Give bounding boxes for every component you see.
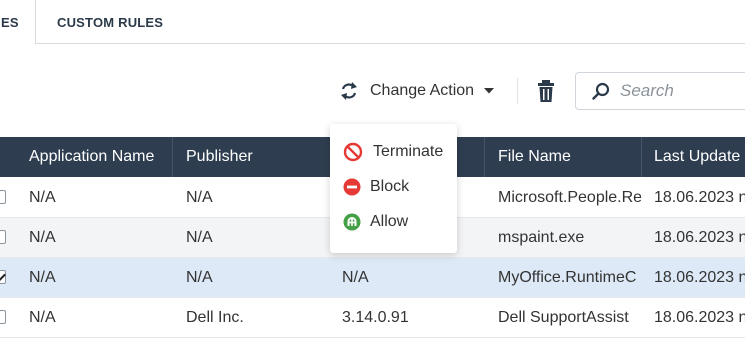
menu-item-block[interactable]: Block [330, 169, 457, 204]
column-header-publisher[interactable]: Publisher [186, 137, 326, 177]
row-checkbox[interactable] [0, 190, 6, 204]
column-header-last-update[interactable]: Last Update [654, 137, 745, 177]
cell-file-name: mspaint.exe [498, 229, 585, 246]
allow-icon [343, 213, 361, 230]
tab-bar: ES CUSTOM RULES [0, 0, 745, 45]
change-action-button[interactable]: Change Action [338, 76, 495, 106]
cell-version: 3.14.0.91 [342, 309, 409, 326]
block-icon [343, 178, 361, 195]
cell-file-name: Microsoft.People.Re [498, 189, 641, 206]
column-divider[interactable] [172, 137, 173, 177]
cell-application-name: N/A [29, 229, 56, 246]
column-header-file-name[interactable]: File Name [498, 137, 638, 177]
search-icon [592, 82, 610, 100]
column-divider[interactable] [484, 137, 485, 177]
cell-last-update: 18.06.2023 n [654, 309, 745, 326]
change-action-menu: Terminate Block Allow [330, 124, 457, 253]
menu-item-label: Allow [370, 212, 409, 230]
cell-version: N/A [342, 269, 369, 286]
tab-rules-label: ES [1, 14, 19, 30]
cell-publisher: N/A [186, 269, 213, 286]
row-checkbox-checked[interactable] [0, 270, 6, 284]
toolbar-divider [517, 78, 518, 104]
trash-icon[interactable] [536, 79, 556, 103]
cell-last-update: 18.06.2023 n [654, 229, 745, 246]
menu-item-terminate[interactable]: Terminate [330, 134, 457, 169]
change-action-label: Change Action [370, 82, 475, 99]
cell-last-update: 18.06.2023 n [654, 189, 745, 206]
table-row-selected[interactable]: N/A N/A N/A MyOffice.RuntimeC 18.06.2023… [0, 258, 745, 298]
toolbar: Change Action [0, 70, 745, 112]
search-input[interactable] [620, 81, 740, 101]
menu-item-label: Block [370, 177, 410, 195]
column-divider[interactable] [641, 137, 642, 177]
terminate-icon [343, 142, 363, 161]
cell-file-name: MyOffice.RuntimeC [498, 269, 637, 286]
refresh-arrows-icon [341, 82, 357, 100]
cell-application-name: N/A [29, 269, 56, 286]
menu-item-label: Terminate [373, 142, 444, 160]
cell-last-update: 18.06.2023 n [654, 269, 745, 286]
tab-custom-rules-label: CUSTOM RULES [57, 14, 164, 30]
menu-item-allow[interactable]: Allow [330, 204, 457, 239]
tab-rules[interactable]: ES [0, 0, 36, 45]
cell-file-name: Dell SupportAssist [498, 309, 629, 326]
search-box[interactable] [575, 72, 745, 110]
table-row[interactable]: N/A Dell Inc. 3.14.0.91 Dell SupportAssi… [0, 298, 745, 338]
tab-custom-rules[interactable]: CUSTOM RULES [57, 0, 163, 44]
cell-application-name: N/A [29, 189, 56, 206]
cell-publisher: Dell Inc. [186, 309, 244, 326]
column-header-application-name[interactable]: Application Name [29, 137, 159, 177]
row-checkbox[interactable] [0, 310, 6, 324]
caret-down-icon [484, 88, 495, 94]
cell-publisher: N/A [186, 189, 213, 206]
cell-publisher: N/A [186, 229, 213, 246]
row-checkbox[interactable] [0, 230, 6, 244]
cell-application-name: N/A [29, 309, 56, 326]
